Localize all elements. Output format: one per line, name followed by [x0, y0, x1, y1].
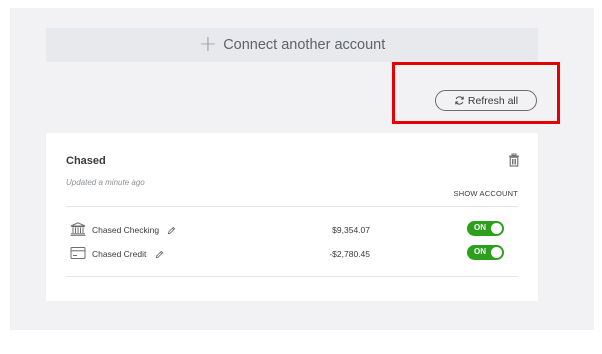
last-updated-text: Updated a minute ago: [66, 178, 145, 187]
credit-card-icon: [70, 247, 86, 259]
bank-connection-card: Chased Updated a minute ago SHOW ACCOUNT…: [46, 133, 538, 301]
refresh-all-button[interactable]: Refresh all: [435, 90, 537, 111]
toggle-label: ON: [474, 247, 486, 256]
pencil-icon[interactable]: [155, 250, 164, 259]
toggle-label: ON: [474, 223, 486, 232]
toggle-knob: [491, 247, 502, 258]
divider: [66, 206, 518, 207]
bank-icon: [70, 222, 86, 236]
connect-account-label: Connect another account: [223, 37, 386, 53]
connect-account-button[interactable]: + Connect another account: [46, 28, 538, 62]
divider: [66, 276, 518, 277]
account-name: Chased Checking: [92, 225, 160, 235]
pencil-icon[interactable]: [167, 226, 176, 235]
plus-icon: +: [198, 32, 218, 57]
trash-icon[interactable]: [507, 153, 521, 167]
account-name: Chased Credit: [92, 249, 147, 259]
show-account-toggle[interactable]: ON: [467, 221, 504, 236]
show-account-header: SHOW ACCOUNT: [453, 189, 518, 198]
refresh-icon: [455, 96, 464, 105]
refresh-all-label: Refresh all: [467, 94, 519, 107]
bank-name: Chased: [66, 155, 106, 167]
account-balance: -$2,780.45: [329, 249, 370, 259]
account-row: Chased Credit -$2,780.45 ON: [66, 244, 518, 264]
account-row: Chased Checking $9,354.07 ON: [66, 220, 518, 240]
show-account-toggle[interactable]: ON: [467, 245, 504, 260]
account-balance: $9,354.07: [332, 225, 370, 235]
account-name-wrapper: Chased Checking: [92, 225, 176, 235]
toggle-knob: [491, 223, 502, 234]
account-name-wrapper: Chased Credit: [92, 249, 164, 259]
